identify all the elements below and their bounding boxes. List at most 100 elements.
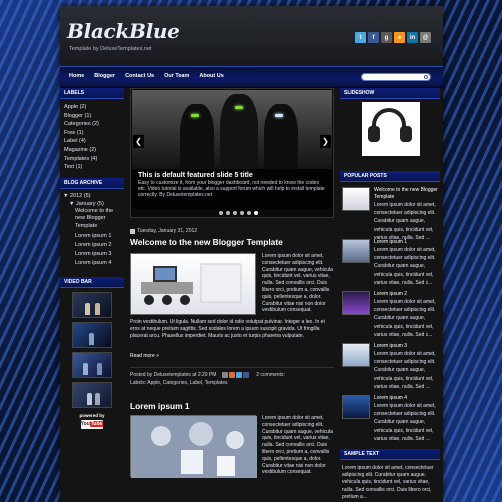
labels-list: Apple (2) Blogger (1) Categories (2) Fre… xyxy=(60,99,124,178)
slide-caption: This is default featured slide 5 title E… xyxy=(132,169,332,209)
google-plus-icon[interactable]: g xyxy=(381,32,392,43)
popular-post: Lorem ipsum 1 Lorem ipsum dolor sit amet… xyxy=(342,239,438,291)
popular-post-snippet: Lorem ipsum dolor sit amet, consectetuer… xyxy=(374,202,436,241)
popular-post-thumb[interactable] xyxy=(342,187,370,211)
label-link[interactable]: Magazine (2) xyxy=(64,146,120,155)
popular-post-snippet: Lorem ipsum dolor sit amet, consectetuer… xyxy=(374,247,436,286)
popular-post-title[interactable]: Welcome to the new Blogger Template xyxy=(374,187,438,201)
share-icons xyxy=(221,371,249,378)
twitter-icon[interactable]: t xyxy=(355,32,366,43)
comments-link[interactable]: 2 comments: xyxy=(256,372,285,378)
right-sidebar: SLIDESHOW POPULAR POSTS Welcome to the n… xyxy=(340,88,440,501)
label-link[interactable]: Free (1) xyxy=(64,129,120,138)
popular-post-thumb[interactable] xyxy=(342,291,370,315)
slide-title[interactable]: This is default featured slide 5 title xyxy=(138,172,326,179)
popular-post-thumb[interactable] xyxy=(342,239,370,263)
left-sidebar: LABELS Apple (2) Blogger (1) Categories … xyxy=(60,88,124,429)
label-link[interactable]: Categories (2) xyxy=(64,120,120,129)
video-thumbnail[interactable] xyxy=(72,381,112,408)
archive-post-link[interactable]: Welcome to the new Blogger Template xyxy=(63,208,122,231)
popular-post-title[interactable]: Lorem ipsum 1 xyxy=(374,239,438,246)
popular-post: Lorem ipsum 3 Lorem ipsum dolor sit amet… xyxy=(342,343,438,395)
popular-posts-title: POPULAR POSTS xyxy=(340,171,440,182)
slider-dot[interactable] xyxy=(219,211,223,215)
popular-post-title[interactable]: Lorem ipsum 4 xyxy=(374,395,438,402)
labels-widget-title: LABELS xyxy=(60,88,124,99)
slider-dot[interactable] xyxy=(240,211,244,215)
archive-month-toggle[interactable]: ▼ January (5) xyxy=(63,200,122,208)
popular-post-thumb[interactable] xyxy=(342,395,370,419)
archive-widget-title: BLOG ARCHIVE xyxy=(60,177,124,189)
sample-text-body: Lorem ipsum dolor sit amet, consectetuer… xyxy=(342,465,434,500)
popular-post: Welcome to the new Blogger Template Lore… xyxy=(342,187,438,241)
post-labels[interactable]: Labels: Apple, Categories, Label, Templa… xyxy=(130,379,334,387)
archive-post-link[interactable]: Lorem ipsum 2 xyxy=(63,241,122,249)
email-icon[interactable]: @ xyxy=(420,32,431,43)
featured-slider: ❮ ❯ This is default featured slide 5 tit… xyxy=(130,88,334,218)
post-footer: Posted by Deluxetemplates at 2:20 PM 2 c… xyxy=(130,367,334,387)
powered-by-label: powered by xyxy=(79,412,105,418)
label-link[interactable]: Templates (4) xyxy=(64,155,120,164)
calendar-icon xyxy=(130,228,135,234)
search-icon[interactable] xyxy=(424,75,428,79)
slide-image[interactable] xyxy=(132,90,332,174)
popular-post-snippet: Lorem ipsum dolor sit amet, consectetuer… xyxy=(374,351,436,390)
label-link[interactable]: Apple (2) xyxy=(64,103,120,112)
slider-prev-button[interactable]: ❮ xyxy=(133,135,144,148)
popular-post: Lorem ipsum 2 Lorem ipsum dolor sit amet… xyxy=(342,291,438,343)
post-body-2: Lorem ipsum dolor sit amet, consectetuer… xyxy=(130,415,334,485)
site-tagline: Template by DeluxeTemplates.net xyxy=(69,46,152,52)
video-thumbnail[interactable] xyxy=(72,351,112,378)
slider-pagination xyxy=(219,211,258,215)
video-thumbnail[interactable] xyxy=(72,321,112,348)
popular-post-title[interactable]: Lorem ipsum 2 xyxy=(374,291,438,298)
post-title-2[interactable]: Lorem ipsum 1 xyxy=(130,401,334,411)
twitter-share-icon[interactable] xyxy=(235,371,242,378)
read-more-link[interactable]: Read more » xyxy=(130,353,334,359)
main-column: ❮ ❯ This is default featured slide 5 tit… xyxy=(130,88,334,485)
search-input[interactable] xyxy=(361,73,431,81)
facebook-icon[interactable]: f xyxy=(368,32,379,43)
headphones-image[interactable] xyxy=(362,102,420,156)
slider-dot[interactable] xyxy=(247,211,251,215)
archive-year-toggle[interactable]: ▼ 2012 (5) xyxy=(63,192,122,200)
blogger-share-icon[interactable] xyxy=(228,371,235,378)
archive-post-link[interactable]: Lorem ipsum 1 xyxy=(63,232,122,240)
slider-dot-active[interactable] xyxy=(254,211,258,215)
popular-post-snippet: Lorem ipsum dolor sit amet, consectetuer… xyxy=(374,299,436,338)
post-image-2 xyxy=(130,415,257,478)
header: BlackBlue Template by DeluxeTemplates.ne… xyxy=(60,6,443,66)
slider-dot[interactable] xyxy=(226,211,230,215)
popular-posts-list: Welcome to the new Blogger Template Lore… xyxy=(340,182,440,447)
post-body: Lorem ipsum dolor sit amet, consectetuer… xyxy=(130,253,334,345)
slider-next-button[interactable]: ❯ xyxy=(320,135,331,148)
label-link[interactable]: Blogger (1) xyxy=(64,112,120,121)
nav-blogger[interactable]: Blogger xyxy=(89,73,120,79)
post-title[interactable]: Welcome to the new Blogger Template xyxy=(130,237,334,247)
popular-post: Lorem ipsum 4 Lorem ipsum dolor sit amet… xyxy=(342,395,438,447)
popular-post-thumb[interactable] xyxy=(342,343,370,367)
slider-dot[interactable] xyxy=(233,211,237,215)
posted-by: Posted by Deluxetemplates at 2:20 PM xyxy=(130,372,217,378)
linkedin-icon[interactable]: in xyxy=(407,32,418,43)
slideshow-title: SLIDESHOW xyxy=(340,88,440,99)
popular-post-title[interactable]: Lorem ipsum 3 xyxy=(374,343,438,350)
youtube-logo[interactable]: You Tube xyxy=(81,419,104,429)
popular-post-snippet: Lorem ipsum dolor sit amet, consectetuer… xyxy=(374,403,436,442)
site-logo[interactable]: BlackBlue xyxy=(67,19,180,43)
post-image xyxy=(130,253,256,315)
archive-post-link[interactable]: Lorem ipsum 4 xyxy=(63,259,122,267)
nav-contact-us[interactable]: Contact Us xyxy=(120,73,159,79)
rss-icon[interactable]: ● xyxy=(394,32,405,43)
label-link[interactable]: Label (4) xyxy=(64,137,120,146)
email-share-icon[interactable] xyxy=(221,371,228,378)
nav-our-team[interactable]: Our Team xyxy=(159,73,194,79)
archive-post-link[interactable]: Lorem ipsum 3 xyxy=(63,250,122,258)
facebook-share-icon[interactable] xyxy=(242,371,249,378)
post-excerpt: Lorem ipsum dolor sit amet, consectetuer… xyxy=(262,253,333,314)
label-link[interactable]: Text (1) xyxy=(64,163,120,172)
post-excerpt-continued: Proin vestibulum. Ut ligula. Nullam sed … xyxy=(130,319,325,339)
nav-home[interactable]: Home xyxy=(64,73,89,79)
video-thumbnail[interactable] xyxy=(72,291,112,318)
nav-about-us[interactable]: About Us xyxy=(194,73,228,79)
